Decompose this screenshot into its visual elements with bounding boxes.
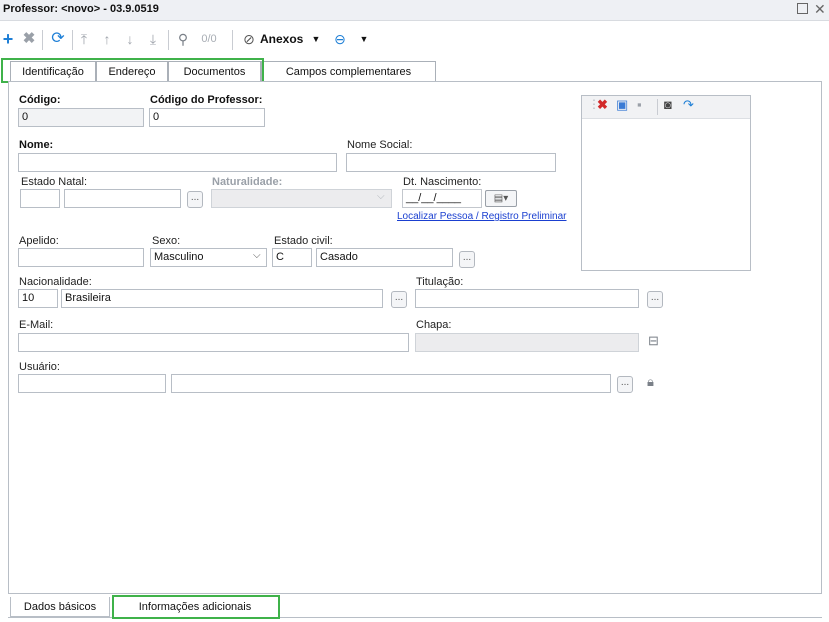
usuario-label: Usuário:: [19, 361, 60, 373]
tabs-highlight: [1, 58, 264, 83]
paperclip-icon: ⊘: [243, 31, 255, 47]
refresh-icon[interactable]: ⟳: [49, 21, 67, 57]
user-lock-icon[interactable]: 🔒︎: [647, 374, 654, 390]
codigo-professor-field[interactable]: 0: [149, 108, 265, 127]
chapa-lookup-icon[interactable]: ⊟: [648, 333, 659, 349]
estado-civil-name-field[interactable]: Casado: [316, 248, 453, 267]
camera-icon[interactable]: ◙: [664, 97, 672, 112]
estado-natal-lookup-button[interactable]: ...: [187, 191, 203, 208]
maximize-icon[interactable]: [797, 3, 808, 14]
naturalidade-label: Naturalidade:: [212, 176, 283, 188]
sexo-label: Sexo:: [152, 235, 181, 247]
calendar-dropdown-icon[interactable]: ▤▾: [485, 190, 517, 207]
estado-civil-label: Estado civil:: [274, 235, 333, 247]
apelido-field[interactable]: [18, 248, 144, 267]
sexo-select[interactable]: Masculino: [150, 248, 267, 267]
search-icon[interactable]: ⚲: [174, 21, 192, 57]
titulacao-field[interactable]: [415, 289, 639, 308]
nacionalidade-lookup-button[interactable]: ...: [391, 291, 407, 308]
localizar-pessoa-link[interactable]: Localizar Pessoa / Registro Preliminar: [397, 211, 567, 222]
page-counter: 0/0: [201, 33, 217, 45]
codigo-label: Código:: [19, 94, 61, 106]
estado-natal-name-field[interactable]: [64, 189, 181, 208]
close-icon[interactable]: ✕: [814, 0, 826, 18]
rotate-icon[interactable]: ↷: [683, 97, 694, 113]
next-record-icon[interactable]: ↓: [122, 21, 138, 57]
chapa-label: Chapa:: [416, 319, 452, 331]
usuario-code-field[interactable]: [18, 374, 166, 393]
nacionalidade-label: Nacionalidade:: [19, 276, 92, 288]
chevron-down-icon: ⌵: [377, 191, 385, 202]
chapa-field[interactable]: [415, 333, 639, 352]
codigo-field[interactable]: 0: [18, 108, 144, 127]
naturalidade-select[interactable]: [211, 189, 392, 208]
estado-natal-code-field[interactable]: [20, 189, 60, 208]
nome-social-label: Nome Social:: [347, 139, 413, 151]
nacionalidade-code-field[interactable]: 10: [18, 289, 58, 308]
chevron-down-icon[interactable]: ⌵: [253, 250, 261, 261]
first-record-icon[interactable]: ⤒: [76, 21, 92, 57]
attachments-button[interactable]: Anexos: [260, 21, 310, 57]
chevron-down-icon[interactable]: ▼: [359, 21, 369, 57]
dt-nascimento-field[interactable]: __/__/____: [402, 189, 482, 208]
apelido-label: Apelido:: [19, 235, 59, 247]
usuario-lookup-button[interactable]: ...: [617, 376, 633, 393]
image-icon[interactable]: ▣: [616, 97, 628, 113]
codigo-professor-label: Código do Professor:: [150, 94, 263, 106]
email-field[interactable]: [18, 333, 409, 352]
nome-label: Nome:: [19, 139, 54, 151]
usuario-name-field[interactable]: [171, 374, 611, 393]
toolbar: + ✖ ⟳ ⤒ ↑ ↓ ⤓ ⚲ 0/0 ⊘ Anexos ▼ ⊖ ▼: [0, 21, 829, 57]
photo-box: [581, 95, 751, 271]
bottom-tab-highlight: [112, 595, 280, 619]
titulacao-lookup-button[interactable]: ...: [647, 291, 663, 308]
last-record-icon[interactable]: ⤓: [145, 21, 161, 57]
window-title: Professor: <novo> - 03.9.0519: [3, 3, 159, 15]
remove-photo-icon[interactable]: ✖: [597, 97, 608, 113]
nome-field[interactable]: [18, 153, 337, 172]
delete-icon[interactable]: ✖: [21, 21, 37, 57]
nacionalidade-name-field[interactable]: Brasileira: [61, 289, 383, 308]
add-icon[interactable]: +: [0, 21, 16, 57]
dt-nascimento-label: Dt. Nascimento:: [403, 176, 482, 188]
estado-civil-lookup-button[interactable]: ...: [459, 251, 475, 268]
chevron-down-icon[interactable]: ▼: [311, 21, 321, 57]
nome-social-field[interactable]: [346, 153, 556, 172]
estado-civil-code-field[interactable]: C: [272, 248, 312, 267]
previous-record-icon[interactable]: ↑: [99, 21, 115, 57]
save-photo-icon[interactable]: ▪: [637, 97, 642, 112]
tab-campos-complementares[interactable]: Campos complementares: [261, 61, 436, 81]
tab-dados-basicos[interactable]: Dados básicos: [10, 597, 110, 617]
photo-toolbar-separator: [657, 99, 658, 115]
globe-icon[interactable]: ⊖: [331, 21, 349, 57]
email-label: E-Mail:: [19, 319, 54, 331]
titulacao-label: Titulação:: [416, 276, 464, 288]
estado-natal-label: Estado Natal:: [21, 176, 88, 188]
